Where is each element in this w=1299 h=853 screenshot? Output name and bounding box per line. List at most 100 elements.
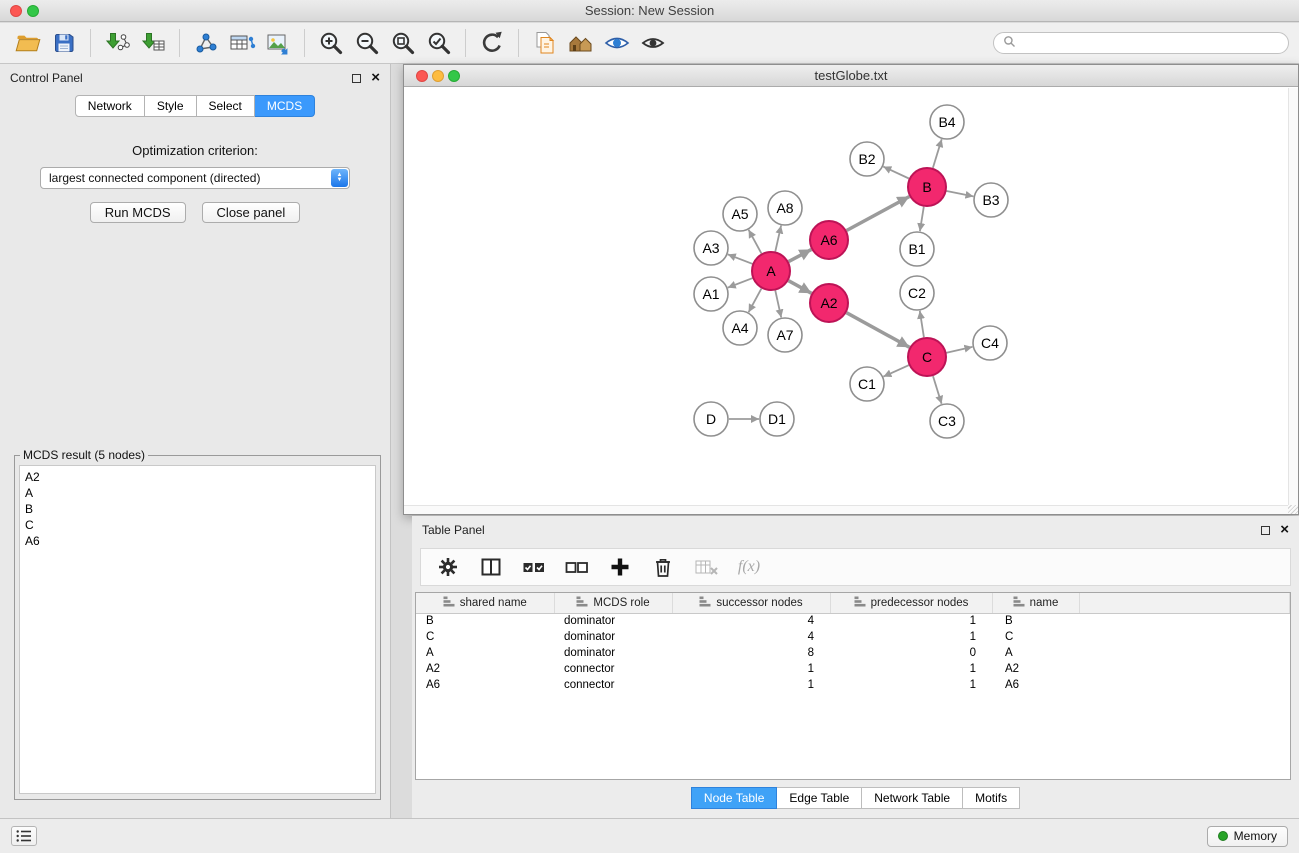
table-cell[interactable]: 1 [830, 661, 992, 677]
network-canvas[interactable]: B4B2BB3A8A5A6A3B1AA1C2A2A4A7C4CC1C3DD1 [404, 88, 1288, 505]
tab-mcds[interactable]: MCDS [255, 95, 315, 117]
table-cell[interactable]: dominator [554, 613, 672, 629]
table-cell[interactable]: 8 [672, 645, 830, 661]
select-all-rows-button[interactable] [521, 554, 547, 580]
table-cell[interactable]: connector [554, 677, 672, 693]
table-cell[interactable]: B [416, 613, 554, 629]
node-B2[interactable]: B2 [850, 142, 884, 176]
node-C2[interactable]: C2 [900, 276, 934, 310]
network-close-button[interactable] [416, 70, 428, 82]
new-network-table-button[interactable] [224, 26, 260, 60]
import-table-button[interactable] [135, 26, 171, 60]
table-cell[interactable]: 0 [830, 645, 992, 661]
search-input[interactable] [1022, 36, 1279, 50]
create-column-button[interactable] [478, 554, 504, 580]
edge-A-A4[interactable] [749, 289, 762, 313]
node-C3[interactable]: C3 [930, 404, 964, 438]
table-cell[interactable]: A2 [992, 661, 1079, 677]
network-window-titlebar[interactable]: testGlobe.txt [404, 65, 1298, 87]
tab-network[interactable]: Network [75, 95, 145, 117]
run-mcds-button[interactable]: Run MCDS [90, 202, 186, 223]
table-cell[interactable]: A6 [416, 677, 554, 693]
column-header-MCDS-role[interactable]: MCDS role [554, 593, 672, 613]
tab-node-table[interactable]: Node Table [691, 787, 778, 809]
table-cell[interactable]: A [416, 645, 554, 661]
mcds-result-item[interactable]: B [25, 501, 370, 517]
node-A8[interactable]: A8 [768, 191, 802, 225]
close-table-panel-icon[interactable]: × [1280, 524, 1289, 536]
table-cell[interactable]: dominator [554, 629, 672, 645]
table-header-row[interactable]: shared nameMCDS rolesuccessor nodesprede… [416, 593, 1290, 613]
node-D1[interactable]: D1 [760, 402, 794, 436]
node-B1[interactable]: B1 [900, 232, 934, 266]
new-network-button[interactable] [188, 26, 224, 60]
open-session-button[interactable] [10, 26, 46, 60]
edge-C-C2[interactable] [920, 311, 924, 337]
edge-A-A8[interactable] [775, 226, 781, 252]
node-A2[interactable]: A2 [810, 284, 848, 322]
edge-A-A2[interactable] [789, 281, 812, 294]
edge-A-A1[interactable] [728, 278, 753, 287]
node-C[interactable]: C [908, 338, 946, 376]
network-minimize-button[interactable] [432, 70, 444, 82]
mcds-result-item[interactable]: C [25, 517, 370, 533]
tab-edge-table[interactable]: Edge Table [777, 787, 862, 809]
table-cell[interactable]: C [992, 629, 1079, 645]
session-documents-button[interactable] [527, 26, 563, 60]
edge-A-A5[interactable] [749, 230, 762, 254]
close-window-button[interactable] [10, 5, 22, 17]
tab-network-table[interactable]: Network Table [862, 787, 963, 809]
close-panel-button[interactable]: Close panel [202, 202, 301, 223]
edge-B-B1[interactable] [920, 207, 924, 232]
node-B[interactable]: B [908, 168, 946, 206]
edge-B-B3[interactable] [947, 191, 974, 196]
table-cell[interactable]: B [992, 613, 1079, 629]
edge-C-C4[interactable] [947, 347, 973, 353]
mcds-result-list[interactable]: A2ABCA6 [19, 465, 376, 794]
table-cell[interactable]: A2 [416, 661, 554, 677]
mcds-result-item[interactable]: A6 [25, 533, 370, 549]
node-C4[interactable]: C4 [973, 326, 1007, 360]
task-history-button[interactable] [11, 826, 37, 846]
table-cell[interactable]: 1 [830, 629, 992, 645]
edge-A6-B[interactable] [847, 197, 910, 231]
network-resize-grip[interactable] [1288, 505, 1298, 514]
import-network-button[interactable] [99, 26, 135, 60]
zoom-out-button[interactable] [349, 26, 385, 60]
table-cell[interactable]: A [992, 645, 1079, 661]
column-header-name[interactable]: name [992, 593, 1079, 613]
table-cell[interactable]: A6 [992, 677, 1079, 693]
memory-button[interactable]: Memory [1207, 826, 1288, 847]
node-table[interactable]: shared nameMCDS rolesuccessor nodesprede… [415, 592, 1291, 780]
table-cell[interactable]: 4 [672, 629, 830, 645]
table-row[interactable]: A2connector11A2 [416, 661, 1290, 677]
mcds-result-item[interactable]: A [25, 485, 370, 501]
table-cell[interactable]: connector [554, 661, 672, 677]
edge-A2-C[interactable] [847, 313, 910, 348]
edge-B-B4[interactable] [933, 139, 942, 168]
node-A6[interactable]: A6 [810, 221, 848, 259]
node-A7[interactable]: A7 [768, 318, 802, 352]
column-header-successor-nodes[interactable]: successor nodes [672, 593, 830, 613]
edge-B-B2[interactable] [883, 167, 909, 179]
table-row[interactable]: Adominator80A [416, 645, 1290, 661]
table-settings-button[interactable] [435, 554, 461, 580]
table-cell[interactable]: 1 [830, 677, 992, 693]
edge-C-C3[interactable] [933, 376, 942, 404]
tab-select[interactable]: Select [197, 95, 255, 117]
node-A3[interactable]: A3 [694, 231, 728, 265]
column-header-predecessor-nodes[interactable]: predecessor nodes [830, 593, 992, 613]
table-row[interactable]: Bdominator41B [416, 613, 1290, 629]
table-row[interactable]: Cdominator41C [416, 629, 1290, 645]
delete-row-button[interactable] [650, 554, 676, 580]
node-A[interactable]: A [752, 252, 790, 290]
table-cell[interactable]: 1 [672, 661, 830, 677]
edge-C-C1[interactable] [883, 365, 908, 376]
table-cell[interactable]: 1 [672, 677, 830, 693]
deselect-all-rows-button[interactable] [564, 554, 590, 580]
network-zoom-button[interactable] [448, 70, 460, 82]
graphics-details-button[interactable] [599, 26, 635, 60]
node-C1[interactable]: C1 [850, 367, 884, 401]
float-table-panel-icon[interactable] [1261, 526, 1270, 535]
show-hide-button[interactable] [635, 26, 671, 60]
